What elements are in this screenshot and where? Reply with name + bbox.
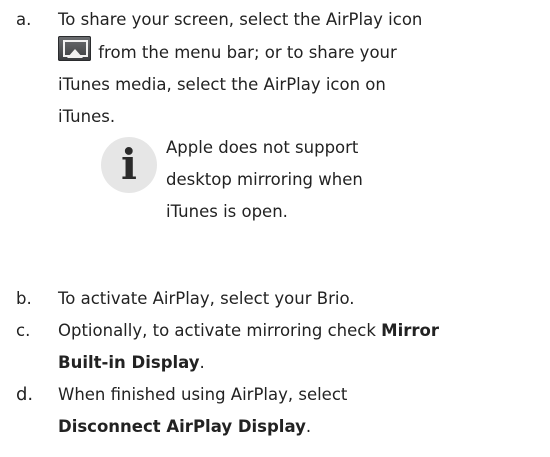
step-text-run: . <box>199 353 205 372</box>
info-glyph: i <box>121 140 137 189</box>
step-line: Optionally, to activate mirroring check … <box>58 315 548 347</box>
step-text: Optionally, to activate mirroring check … <box>58 315 548 379</box>
step-line: To share your screen, select the AirPlay… <box>58 10 423 29</box>
step-text-run: Optionally, to activate mirroring check <box>58 321 382 340</box>
note-line: iTunes is open. <box>166 202 288 221</box>
step-marker: c. <box>16 321 31 340</box>
step-text-run: . <box>305 417 312 436</box>
note-line: Apple does not support <box>166 138 359 157</box>
step-line: When finished using AirPlay, select <box>58 385 348 404</box>
step-marker: d. <box>16 384 34 405</box>
bold-term: Built-in Display <box>58 353 200 372</box>
instruction-document: a. To share your screen, select the AirP… <box>0 0 550 457</box>
bold-term: Disconnect AirPlay Display <box>58 417 306 436</box>
step-marker: a. <box>16 10 32 29</box>
airplay-icon <box>58 36 91 61</box>
bold-term: Mirror <box>381 321 439 340</box>
step-line: iTunes media, select the AirPlay icon on <box>58 75 386 94</box>
step-line: Built-in Display. <box>58 347 548 379</box>
step-line-with-icon: from the menu bar; or to share your <box>58 36 548 69</box>
step-text: To activate AirPlay, select your Brio. <box>58 283 548 315</box>
step-line: from the menu bar; or to share your <box>93 43 397 62</box>
step-line: iTunes. <box>58 107 116 126</box>
step-marker: b. <box>16 289 32 308</box>
step-line: Disconnect AirPlay Display. <box>58 411 548 443</box>
info-icon: i <box>101 137 157 193</box>
info-note: i Apple does not support desktop mirrori… <box>101 132 401 282</box>
note-line: desktop mirroring when <box>166 170 363 189</box>
note-text: Apple does not support desktop mirroring… <box>166 132 401 228</box>
step-text: To share your screen, select the AirPlay… <box>58 4 548 133</box>
step-line: To activate AirPlay, select your Brio. <box>58 289 355 308</box>
step-text: When finished using AirPlay, select Disc… <box>58 379 548 443</box>
